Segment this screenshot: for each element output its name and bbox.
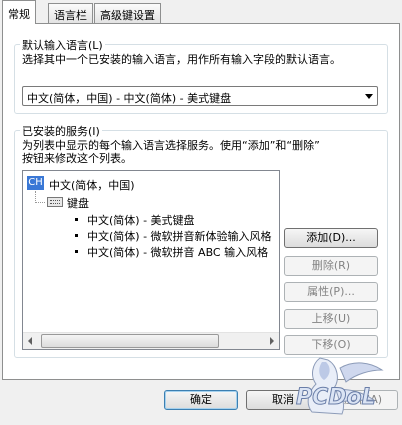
- tree-connector: [35, 202, 45, 203]
- remove-button[interactable]: 删除(R): [284, 256, 378, 276]
- scroll-right-icon[interactable]: [262, 333, 279, 349]
- move-up-button[interactable]: 上移(U): [284, 309, 378, 329]
- ok-button[interactable]: 确定: [164, 390, 238, 410]
- keyboard-icon: [47, 197, 63, 207]
- installed-services-description-line1: 为列表中显示的每个输入语言选择服务。使用“添加”和“删除”: [22, 139, 320, 152]
- horizontal-scrollbar[interactable]: [23, 332, 279, 349]
- installed-services-description-line2: 按钮来修改这个列表。: [22, 152, 132, 165]
- default-language-selected: 中文(简体，中国) - 中文(简体) - 美式键盘: [27, 92, 232, 105]
- tree-item-service[interactable]: 中文(简体) - 微软拼音新体验输入风格: [87, 228, 272, 244]
- tree-item-keyboard-category[interactable]: 键盘: [67, 195, 89, 211]
- language-badge-icon: CH: [27, 176, 44, 190]
- bullet-icon: [75, 218, 78, 221]
- add-button[interactable]: 添加(D)...: [284, 228, 378, 248]
- bullet-icon: [75, 250, 78, 253]
- installed-services-title: 已安装的服务(I): [20, 123, 102, 139]
- tab-advanced-key-settings[interactable]: 高级键设置: [94, 3, 161, 23]
- default-language-select[interactable]: 中文(简体，中国) - 中文(简体) - 美式键盘: [22, 86, 378, 106]
- default-language-description: 选择其中一个已安装的输入语言，用作所有输入字段的默认语言。: [22, 53, 341, 66]
- tree-item-service[interactable]: 中文(简体) - 美式键盘: [87, 212, 195, 228]
- svg-text:PCDoL: PCDoL: [296, 385, 376, 410]
- scrollbar-thumb[interactable]: [41, 334, 219, 348]
- chevron-down-icon[interactable]: [365, 94, 373, 99]
- scroll-left-icon[interactable]: [23, 333, 40, 349]
- tab-language-bar[interactable]: 语言栏: [48, 3, 93, 23]
- watermark-logo: PCDoL: [282, 350, 392, 422]
- bullet-icon: [75, 234, 78, 237]
- default-language-title: 默认输入语言(L): [20, 37, 105, 53]
- services-tree[interactable]: CH 中文(简体，中国) 键盘 中文(简体) - 美式键盘 中文(简体) - 微…: [22, 170, 280, 350]
- tab-general[interactable]: 常规: [2, 0, 36, 24]
- properties-button[interactable]: 属性(P)...: [284, 282, 378, 302]
- tree-item-service[interactable]: 中文(简体) - 微软拼音 ABC 输入风格: [87, 244, 268, 260]
- tree-item-language[interactable]: 中文(简体，中国): [49, 177, 135, 193]
